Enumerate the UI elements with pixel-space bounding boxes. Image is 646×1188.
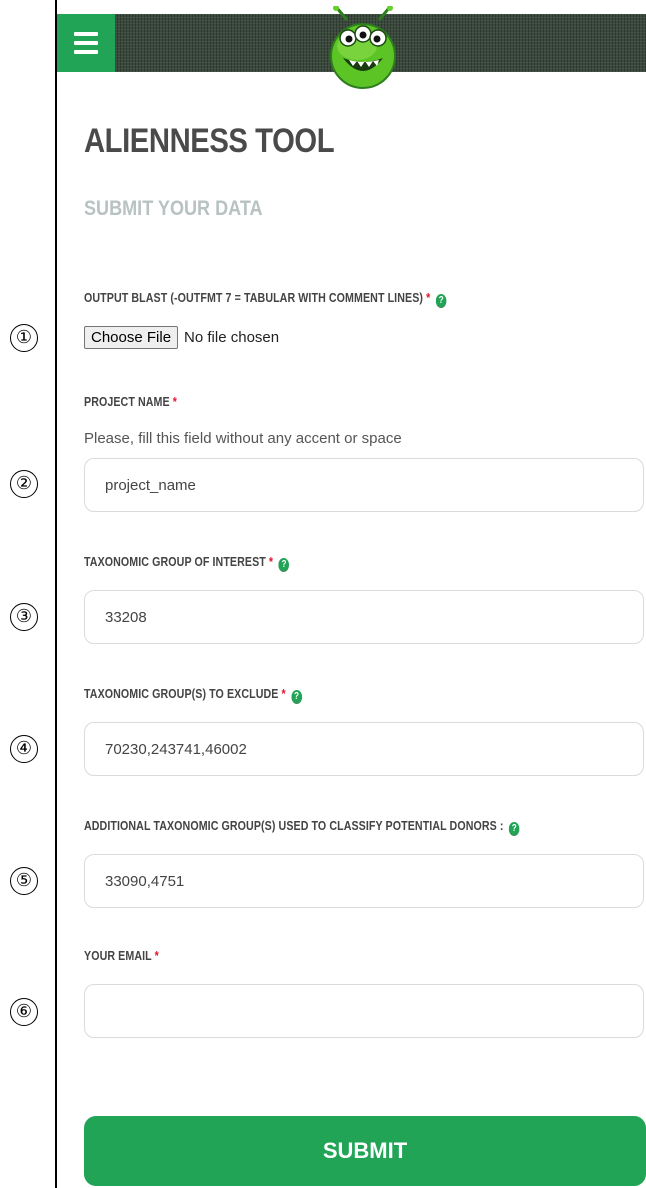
help-icon[interactable]: ?	[291, 690, 302, 704]
label-text: OUTPUT BLAST (-OUTFMT 7 = TABULAR WITH C…	[84, 290, 424, 305]
annotation-marker: ①	[10, 324, 38, 352]
required-marker: *	[268, 554, 274, 569]
annotation-marker: ③	[10, 603, 38, 631]
file-status-text: No file chosen	[184, 329, 280, 346]
label-text: YOUR EMAIL	[84, 948, 152, 963]
menu-line	[74, 32, 98, 36]
taxonomic-exclude-label: TAXONOMIC GROUP(S) TO EXCLUDE * ?	[84, 686, 302, 704]
required-marker: *	[154, 948, 159, 963]
donor-groups-input[interactable]	[84, 854, 644, 908]
top-bar	[57, 6, 646, 89]
alien-logo-icon[interactable]	[327, 6, 399, 90]
help-icon[interactable]: ?	[435, 294, 447, 308]
label-text: TAXONOMIC GROUP(S) TO EXCLUDE	[84, 686, 279, 701]
menu-line	[74, 41, 98, 45]
submit-button[interactable]: SUBMIT	[84, 1116, 646, 1186]
donor-groups-label: ADDITIONAL TAXONOMIC GROUP(S) USED TO CL…	[84, 818, 520, 836]
required-marker: *	[281, 686, 286, 701]
annotation-marker: ⑤	[10, 867, 38, 895]
file-upload: Choose File No file chosen	[84, 326, 279, 349]
blast-file-label: OUTPUT BLAST (-OUTFMT 7 = TABULAR WITH C…	[84, 290, 447, 308]
project-name-hint: Please, fill this field without any acce…	[84, 430, 402, 447]
menu-line	[74, 50, 98, 54]
project-name-input[interactable]	[84, 458, 644, 512]
annotation-marker: ②	[10, 470, 38, 498]
taxonomic-interest-label: TAXONOMIC GROUP OF INTEREST * ?	[84, 554, 290, 572]
taxonomic-interest-input[interactable]	[84, 590, 644, 644]
page-subtitle: SUBMIT YOUR DATA	[84, 197, 263, 220]
annotation-marker: ⑥	[10, 998, 38, 1026]
annotation-marker: ④	[10, 735, 38, 763]
help-icon[interactable]: ?	[509, 822, 520, 836]
required-marker: *	[172, 394, 177, 409]
label-text: PROJECT NAME	[84, 394, 170, 409]
label-text: TAXONOMIC GROUP OF INTEREST	[84, 554, 266, 569]
email-label: YOUR EMAIL *	[84, 948, 159, 963]
required-marker: *	[426, 290, 431, 305]
project-name-label: PROJECT NAME *	[84, 394, 177, 409]
page-title: ALIENNESS TOOL	[84, 122, 335, 160]
frame-border	[55, 0, 57, 1188]
label-text: ADDITIONAL TAXONOMIC GROUP(S) USED TO CL…	[84, 818, 504, 833]
email-field[interactable]	[84, 984, 644, 1038]
choose-file-button[interactable]: Choose File	[84, 326, 179, 349]
help-icon[interactable]: ?	[278, 558, 290, 572]
taxonomic-exclude-input[interactable]	[84, 722, 644, 776]
hamburger-menu-button[interactable]	[57, 14, 115, 72]
